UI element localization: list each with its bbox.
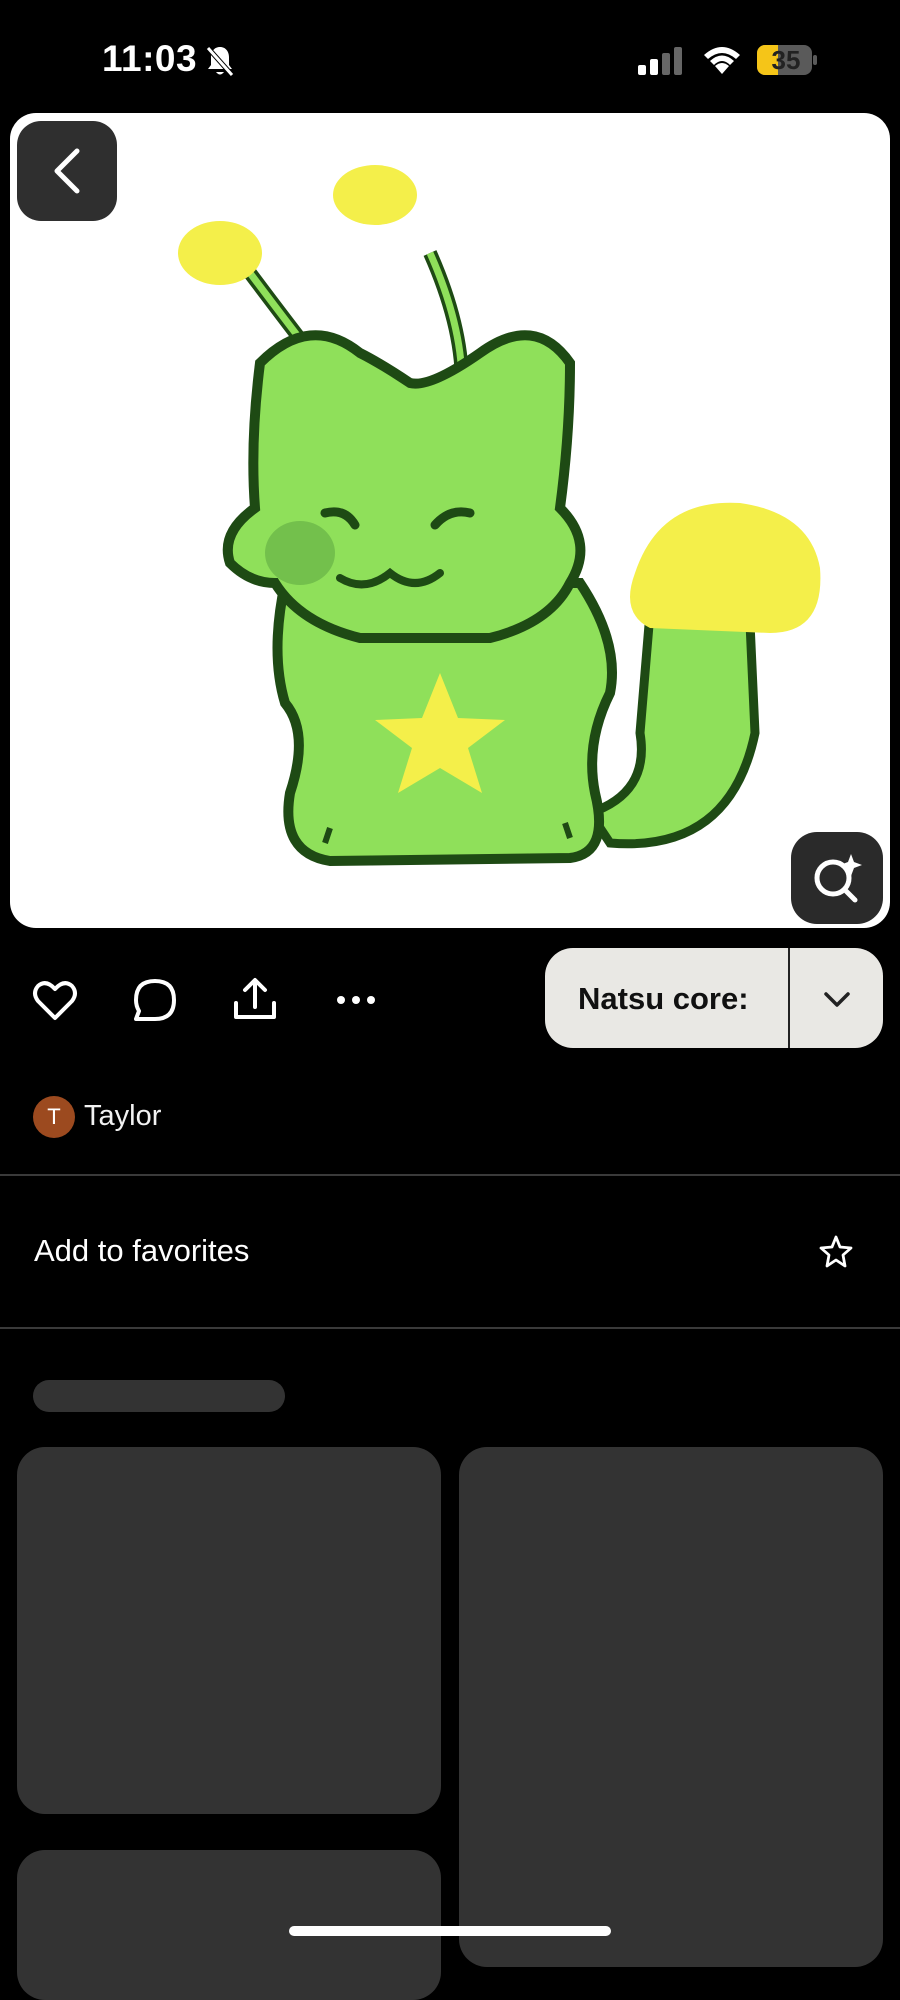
- home-indicator[interactable]: [289, 1926, 611, 1936]
- chevron-left-icon: [54, 148, 80, 194]
- lens-search-icon: [814, 854, 862, 903]
- loading-card-placeholder: [17, 1850, 441, 2000]
- add-to-favorites-label[interactable]: Add to favorites: [34, 1233, 249, 1269]
- more-icon[interactable]: [331, 975, 381, 1025]
- visual-search-button[interactable]: [791, 832, 883, 924]
- avatar[interactable]: T: [33, 1096, 75, 1138]
- comment-icon[interactable]: [130, 975, 180, 1025]
- loading-card-placeholder: [459, 1447, 883, 1967]
- bell-slash-icon: [206, 46, 234, 77]
- pin-image[interactable]: [10, 113, 890, 928]
- author-name[interactable]: Taylor: [84, 1100, 161, 1133]
- heart-icon[interactable]: [30, 975, 80, 1025]
- divider: [0, 1174, 900, 1176]
- star-icon[interactable]: [818, 1234, 854, 1270]
- wifi-icon: [704, 47, 740, 74]
- divider: [0, 1327, 900, 1329]
- loading-card-placeholder: [17, 1447, 441, 1814]
- cellular-signal-icon: [638, 47, 682, 75]
- status-time: 11:03: [102, 38, 198, 79]
- battery-level: 35: [771, 45, 801, 75]
- board-name-label[interactable]: Natsu core:: [578, 981, 749, 1017]
- pill-divider: [788, 948, 790, 1048]
- loading-title-placeholder: [33, 1380, 285, 1412]
- share-icon[interactable]: [230, 975, 280, 1025]
- back-button[interactable]: [17, 121, 117, 221]
- chevron-down-icon[interactable]: [818, 985, 856, 1013]
- creature-illustration: [178, 165, 821, 867]
